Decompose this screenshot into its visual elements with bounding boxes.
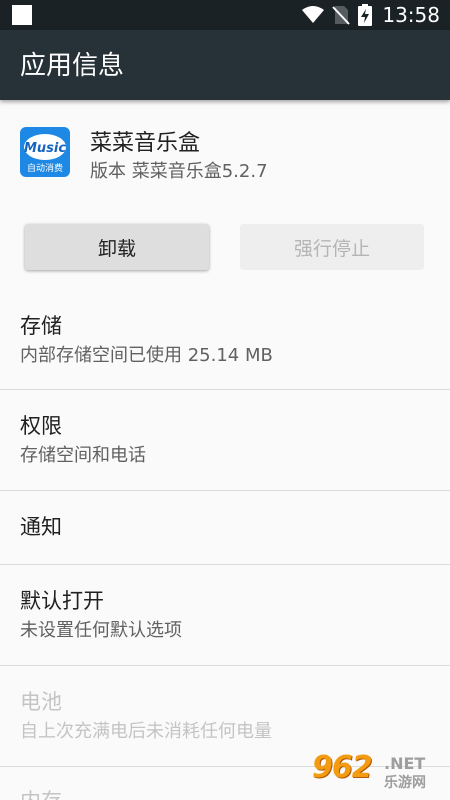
page-title: 应用信息 — [20, 51, 125, 81]
uninstall-button[interactable]: 卸载 — [25, 224, 209, 270]
app-icon: Music 自动消费 — [20, 127, 70, 177]
battery-title: 电池 — [20, 690, 62, 714]
permissions-summary: 存储空间和电话 — [20, 445, 146, 466]
notifications-title: 通知 — [20, 515, 62, 539]
status-time: 13:58 — [382, 3, 440, 27]
open-by-default-title: 默认打开 — [20, 589, 104, 613]
force-stop-button[interactable]: 强行停止 — [240, 224, 424, 270]
app-bar: 应用信息 — [0, 30, 450, 100]
app-header: Music 自动消费 菜菜音乐盒 版本 菜菜音乐盒5.2.7 — [0, 100, 450, 210]
storage-title: 存储 — [20, 314, 62, 338]
app-version: 版本 菜菜音乐盒5.2.7 — [90, 161, 268, 182]
app-name: 菜菜音乐盒 — [90, 131, 201, 156]
svg-text:自动消费: 自动消费 — [27, 162, 63, 174]
storage-summary: 内部存储空间已使用 25.14 MB — [20, 345, 273, 366]
list-item-notifications[interactable]: 通知 — [0, 491, 450, 564]
battery-charging-icon — [358, 4, 373, 26]
permissions-title: 权限 — [20, 414, 62, 438]
list-item-open-by-default[interactable]: 默认打开 未设置任何默认选项 — [0, 565, 450, 665]
battery-summary: 自上次充满电后未消耗任何电量 — [20, 721, 272, 742]
svg-text:Music: Music — [24, 141, 66, 156]
site-watermark: 962 .NET 乐游网 — [312, 750, 442, 792]
no-sim-icon — [332, 6, 351, 25]
watermark-site: 乐游网 — [384, 775, 426, 791]
open-by-default-summary: 未设置任何默认选项 — [20, 620, 182, 641]
wifi-icon — [302, 6, 325, 23]
watermark-logo: 962 — [312, 750, 373, 785]
notification-icon — [12, 5, 32, 25]
watermark-suffix: .NET — [384, 754, 426, 773]
status-icons: 13:58 — [302, 0, 440, 30]
memory-title: 内存 — [20, 787, 62, 800]
status-bar: 13:58 — [0, 0, 450, 30]
list-item-storage[interactable]: 存储 内部存储空间已使用 25.14 MB — [0, 290, 450, 390]
list-item-permissions[interactable]: 权限 存储空间和电话 — [0, 390, 450, 490]
